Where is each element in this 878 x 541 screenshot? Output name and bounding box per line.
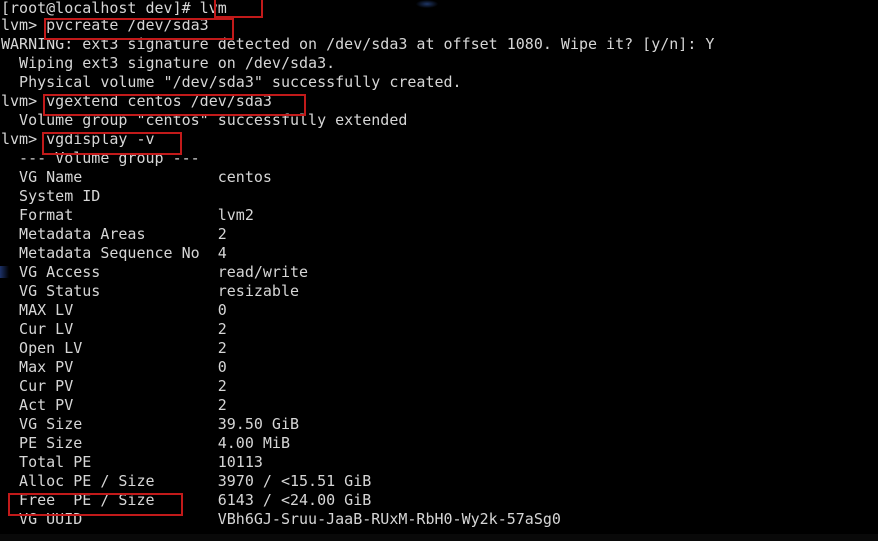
terminal-line: VG Access read/write [1,263,309,281]
terminal-line: Format lvm2 [1,206,254,224]
terminal-line: VG Name centos [1,168,272,186]
terminal-line: lvm> vgextend centos /dev/sda3 [1,92,272,110]
terminal-line: lvm> vgdisplay -v [1,130,155,148]
terminal-line: Max PV 0 [1,358,227,376]
terminal-line: Open LV 2 [1,339,227,357]
terminal-line: Free PE / Size 6143 / <24.00 GiB [1,491,372,509]
terminal-line: VG Status resizable [1,282,300,300]
terminal-line: Cur PV 2 [1,377,227,395]
terminal-line: Metadata Sequence No 4 [1,244,227,262]
terminal-line: VG Size 39.50 GiB [1,415,300,433]
terminal-line: --- Volume group --- [1,149,200,167]
terminal-output: [root@localhost dev]# lvm lvm> pvcreate … [0,0,878,529]
terminal-line: [root@localhost dev]# lvm [1,0,227,17]
terminal-line: Total PE 10113 [1,453,263,471]
terminal-line: Act PV 2 [1,396,227,414]
image-artifact-bottom [0,534,878,541]
terminal-line: lvm> pvcreate /dev/sda3 [1,16,209,34]
terminal-line: Physical volume "/dev/sda3" successfully… [1,73,462,91]
terminal-line: Metadata Areas 2 [1,225,227,243]
terminal-line: VG UUID VBh6GJ-Sruu-JaaB-RUxM-RbH0-Wy2k-… [1,510,561,528]
terminal-line: PE Size 4.00 MiB [1,434,290,452]
terminal-line: Alloc PE / Size 3970 / <15.51 GiB [1,472,372,490]
terminal-line: MAX LV 0 [1,301,227,319]
terminal-line: Volume group "centos" successfully exten… [1,111,408,129]
terminal-line: WARNING: ext3 signature detected on /dev… [1,35,715,53]
terminal-window[interactable]: [root@localhost dev]# lvm lvm> pvcreate … [0,0,878,541]
terminal-line: Cur LV 2 [1,320,227,338]
terminal-line: Wiping ext3 signature on /dev/sda3. [1,54,336,72]
terminal-line: System ID [1,187,101,205]
